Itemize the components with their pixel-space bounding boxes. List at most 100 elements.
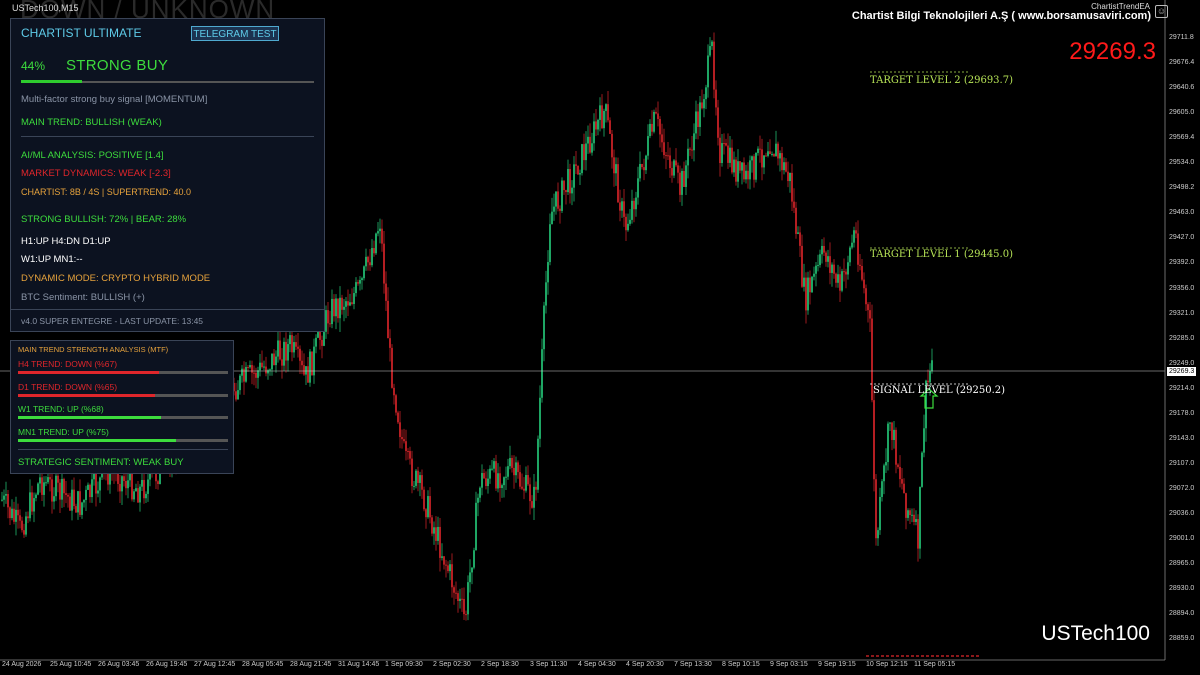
- candle-body: [53, 496, 55, 502]
- candle-body: [473, 550, 475, 568]
- candle-body: [145, 493, 147, 499]
- price-tick-label: 29463.0: [1169, 209, 1195, 217]
- candle-body: [63, 478, 65, 494]
- candle-body: [357, 282, 359, 284]
- candle-body: [719, 137, 721, 164]
- mtf-strength-bar: [18, 371, 228, 374]
- candle-body: [359, 280, 361, 284]
- candle-body: [617, 164, 619, 203]
- candle-body: [849, 247, 851, 263]
- candle-body: [671, 168, 673, 176]
- candle-body: [649, 123, 651, 137]
- candle-body: [299, 348, 301, 361]
- candle-body: [375, 233, 377, 254]
- candle-body: [409, 451, 411, 459]
- candle-body: [909, 510, 911, 516]
- candle-body: [635, 197, 637, 210]
- candle-body: [459, 598, 461, 601]
- candle-body: [633, 200, 635, 210]
- candle-body: [511, 458, 513, 468]
- candle-body: [451, 564, 453, 588]
- candle-body: [727, 145, 729, 163]
- candle-body: [773, 154, 775, 157]
- candle-body: [857, 233, 859, 265]
- candle-body: [363, 266, 365, 279]
- candle-body: [753, 156, 755, 180]
- candle-body: [905, 493, 907, 518]
- candle-body: [491, 468, 493, 470]
- panel-title: CHARTIST ULTIMATE: [21, 26, 142, 40]
- ea-smile-icon[interactable]: ☺: [1155, 5, 1168, 18]
- mtf-row-label: D1 TREND: DOWN (%65): [18, 381, 118, 392]
- candle-body: [775, 143, 777, 157]
- candle-body: [615, 164, 617, 174]
- candle-body: [413, 485, 415, 487]
- candle-body: [251, 365, 253, 373]
- candle-body: [387, 300, 389, 339]
- time-tick-label: 8 Sep 10:15: [722, 661, 760, 668]
- candle-body: [761, 149, 763, 168]
- candle-body: [529, 484, 531, 502]
- candle-body: [577, 165, 579, 175]
- ai-ml-analysis: AI/ML ANALYSIS: POSITIVE [1.4]: [21, 150, 164, 161]
- candle-body: [551, 211, 553, 225]
- candle-body: [867, 304, 869, 311]
- price-tick-label: 29285.0: [1169, 334, 1195, 342]
- candle-body: [245, 367, 247, 382]
- candle-body: [355, 282, 357, 294]
- candle-body: [303, 365, 305, 375]
- candle-body: [691, 149, 693, 151]
- candle-body: [79, 491, 81, 515]
- price-tick-label: 29214.0: [1169, 384, 1195, 392]
- mtf-panel: MAIN TREND STRENGTH ANALYSIS (MTF) H4 TR…: [10, 340, 234, 474]
- candle-body: [147, 479, 149, 494]
- candle-body: [627, 223, 629, 231]
- candle-body: [311, 351, 313, 376]
- candle-body: [9, 507, 11, 519]
- candle-body: [851, 242, 853, 248]
- candle-body: [399, 422, 401, 438]
- time-tick-label: 26 Aug 19:45: [146, 661, 188, 668]
- candle-body: [463, 598, 465, 615]
- panel-footer: v4.0 SUPER ENTEGRE - LAST UPDATE: 13:45: [11, 309, 324, 333]
- version-update: v4.0 SUPER ENTEGRE - LAST UPDATE: 13:45: [21, 316, 204, 326]
- telegram-test-button[interactable]: TELEGRAM TEST: [191, 26, 279, 41]
- candle-body: [321, 339, 323, 346]
- candle-body: [763, 155, 765, 168]
- candle-body: [661, 134, 663, 143]
- candle-body: [89, 484, 91, 498]
- price-tick-label: 29178.0: [1169, 409, 1195, 417]
- candle-body: [41, 477, 43, 495]
- candle-body: [745, 170, 747, 180]
- price-tick-label: 29072.0: [1169, 484, 1195, 492]
- price-tick-label: 28965.0: [1169, 560, 1195, 568]
- time-tick-label: 31 Aug 14:45: [338, 661, 380, 668]
- candle-body: [571, 187, 573, 194]
- candle-body: [709, 46, 711, 56]
- candle-body: [899, 466, 901, 480]
- candle-body: [861, 265, 863, 280]
- candle-body: [601, 105, 603, 129]
- candle-body: [863, 279, 865, 289]
- candle-body: [587, 136, 589, 144]
- candle-body: [825, 252, 827, 262]
- candle-body: [605, 104, 607, 111]
- candle-body: [373, 248, 375, 254]
- candle-body: [407, 451, 409, 453]
- time-tick-label: 28 Aug 05:45: [242, 661, 284, 668]
- candle-body: [685, 165, 687, 187]
- candle-body: [609, 120, 611, 134]
- candle-body: [51, 479, 53, 502]
- candle-body: [293, 342, 295, 353]
- candle-body: [415, 470, 417, 486]
- candle-body: [501, 485, 503, 488]
- price-tick-label: 28859.0: [1169, 635, 1195, 643]
- candle-body: [639, 164, 641, 179]
- candle-body: [247, 367, 249, 369]
- candle-body: [553, 206, 555, 212]
- candle-body: [3, 495, 5, 500]
- candle-body: [1, 499, 3, 501]
- main-trend: MAIN TREND: BULLISH (WEAK): [21, 117, 162, 128]
- mtf-row-label: W1 TREND: UP (%68): [18, 404, 104, 414]
- candle-body: [349, 302, 351, 306]
